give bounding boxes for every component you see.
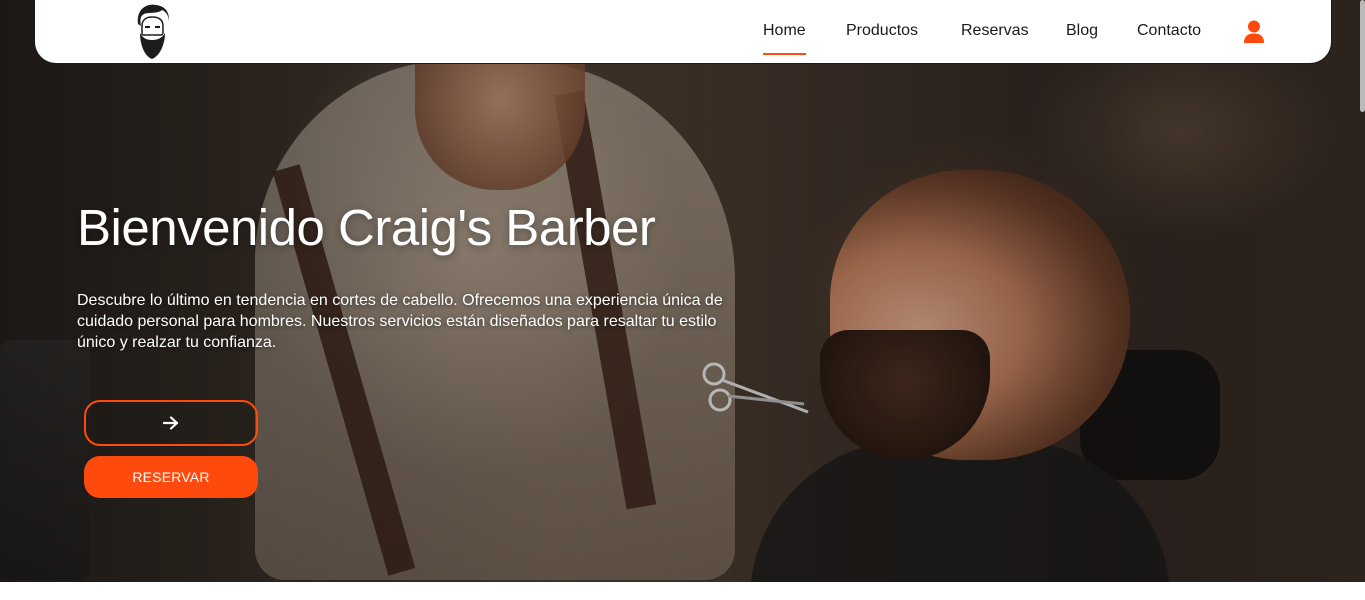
top-navbar: Home Productos Reservas Blog Contacto	[34, 0, 1332, 64]
hero-section: Bienvenido Craig's Barber Descubre lo úl…	[0, 0, 1365, 582]
hero-title: Bienvenido Craig's Barber	[77, 199, 656, 256]
nav-reservas[interactable]: Reservas	[961, 22, 1029, 40]
arrow-right-icon	[163, 416, 179, 430]
reserve-button[interactable]: RESERVAR	[84, 456, 258, 498]
nav-blog[interactable]: Blog	[1066, 22, 1098, 40]
nav-home[interactable]: Home	[763, 22, 806, 55]
nav-contacto[interactable]: Contacto	[1137, 22, 1201, 40]
page-scrollbar[interactable]	[1360, 0, 1365, 112]
nav-productos[interactable]: Productos	[846, 22, 918, 40]
hero-description: Descubre lo último en tendencia en corte…	[77, 292, 723, 351]
arrow-button[interactable]	[84, 400, 258, 446]
user-icon[interactable]	[1243, 20, 1265, 44]
